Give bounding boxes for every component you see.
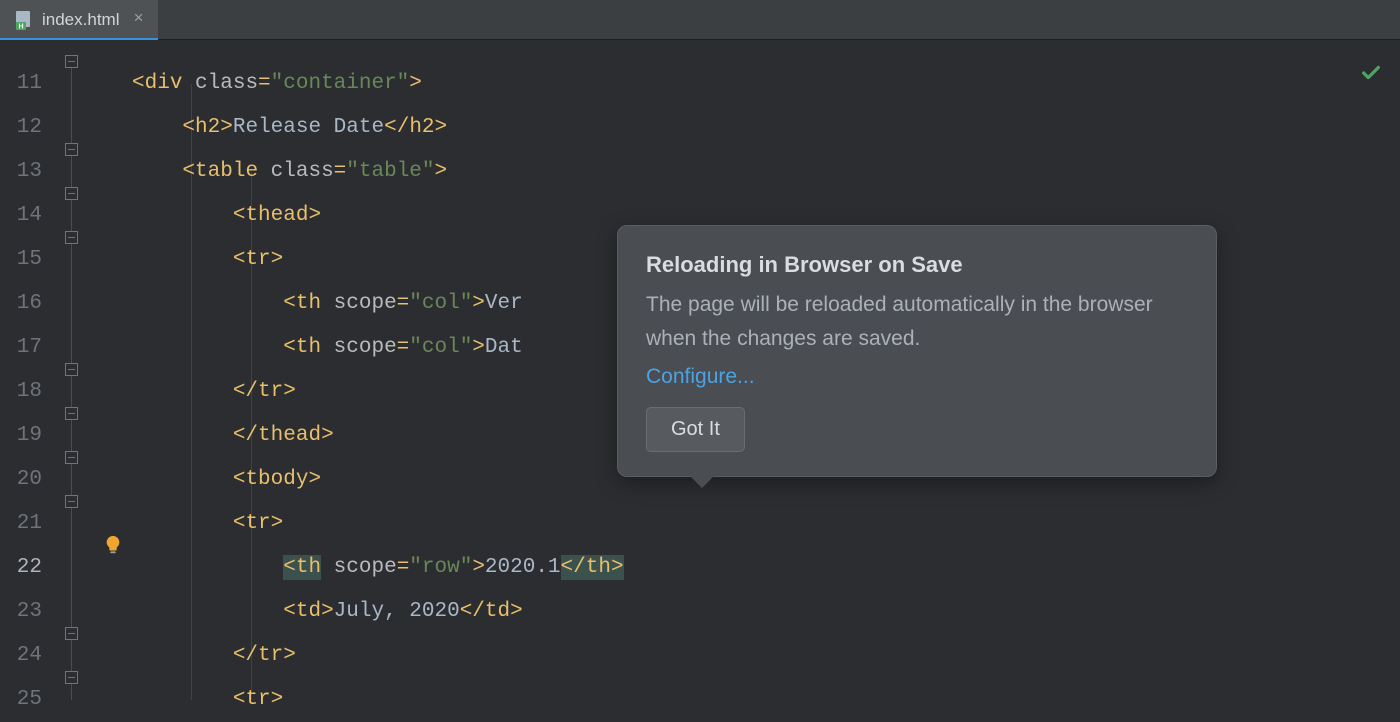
- close-icon[interactable]: ×: [133, 10, 143, 29]
- code-line[interactable]: <div class="container">: [132, 62, 1400, 106]
- line-number[interactable]: 18: [0, 370, 56, 414]
- line-number[interactable]: 13: [0, 150, 56, 194]
- line-number[interactable]: 14: [0, 194, 56, 238]
- fold-toggle-icon[interactable]: [65, 187, 78, 200]
- fold-toggle-icon[interactable]: [65, 143, 78, 156]
- fold-toggle-icon[interactable]: [65, 363, 78, 376]
- tab-index-html[interactable]: H index.html ×: [0, 0, 158, 40]
- svg-text:H: H: [18, 23, 23, 30]
- line-number[interactable]: 12: [0, 106, 56, 150]
- line-number[interactable]: 21: [0, 502, 56, 546]
- line-number[interactable]: 22: [0, 546, 56, 590]
- fold-toggle-icon[interactable]: [65, 495, 78, 508]
- fold-toggle-icon[interactable]: [65, 451, 78, 464]
- tab-filename: index.html: [42, 10, 119, 30]
- line-number[interactable]: 20: [0, 458, 56, 502]
- fold-toggle-icon[interactable]: [65, 55, 78, 68]
- fold-toggle-icon[interactable]: [65, 627, 78, 640]
- check-ok-icon[interactable]: [1360, 62, 1382, 84]
- code-line[interactable]: <tr>: [132, 678, 1400, 722]
- html-file-icon: H: [14, 10, 34, 30]
- line-number-gutter[interactable]: 111213141516171819202122232425: [0, 40, 56, 700]
- line-number[interactable]: 16: [0, 282, 56, 326]
- line-number[interactable]: 17: [0, 326, 56, 370]
- line-number[interactable]: 11: [0, 62, 56, 106]
- tab-bar: H index.html ×: [0, 0, 1400, 40]
- line-number[interactable]: 15: [0, 238, 56, 282]
- fold-column[interactable]: [56, 40, 94, 700]
- hint-tooltip: Reloading in Browser on Save The page wi…: [617, 225, 1217, 477]
- tooltip-body: The page will be reloaded automatically …: [646, 288, 1188, 355]
- code-line[interactable]: <tr>: [132, 502, 1400, 546]
- code-line[interactable]: <h2>Release Date</h2>: [132, 106, 1400, 150]
- code-line[interactable]: <th scope="row">2020.1</th>: [132, 546, 1400, 590]
- line-number[interactable]: 19: [0, 414, 56, 458]
- code-line[interactable]: <td>July, 2020</td>: [132, 590, 1400, 634]
- annotation-column: [94, 40, 132, 700]
- configure-link[interactable]: Configure...: [646, 365, 755, 389]
- tooltip-tail: [690, 476, 714, 488]
- tooltip-title: Reloading in Browser on Save: [646, 252, 1188, 278]
- intention-bulb-icon[interactable]: [102, 534, 124, 556]
- fold-toggle-icon[interactable]: [65, 671, 78, 684]
- fold-toggle-icon[interactable]: [65, 407, 78, 420]
- line-number[interactable]: 23: [0, 590, 56, 634]
- line-number[interactable]: 24: [0, 634, 56, 678]
- code-line[interactable]: </tr>: [132, 634, 1400, 678]
- code-line[interactable]: <table class="table">: [132, 150, 1400, 194]
- line-number[interactable]: 25: [0, 678, 56, 722]
- fold-toggle-icon[interactable]: [65, 231, 78, 244]
- got-it-button[interactable]: Got It: [646, 407, 745, 452]
